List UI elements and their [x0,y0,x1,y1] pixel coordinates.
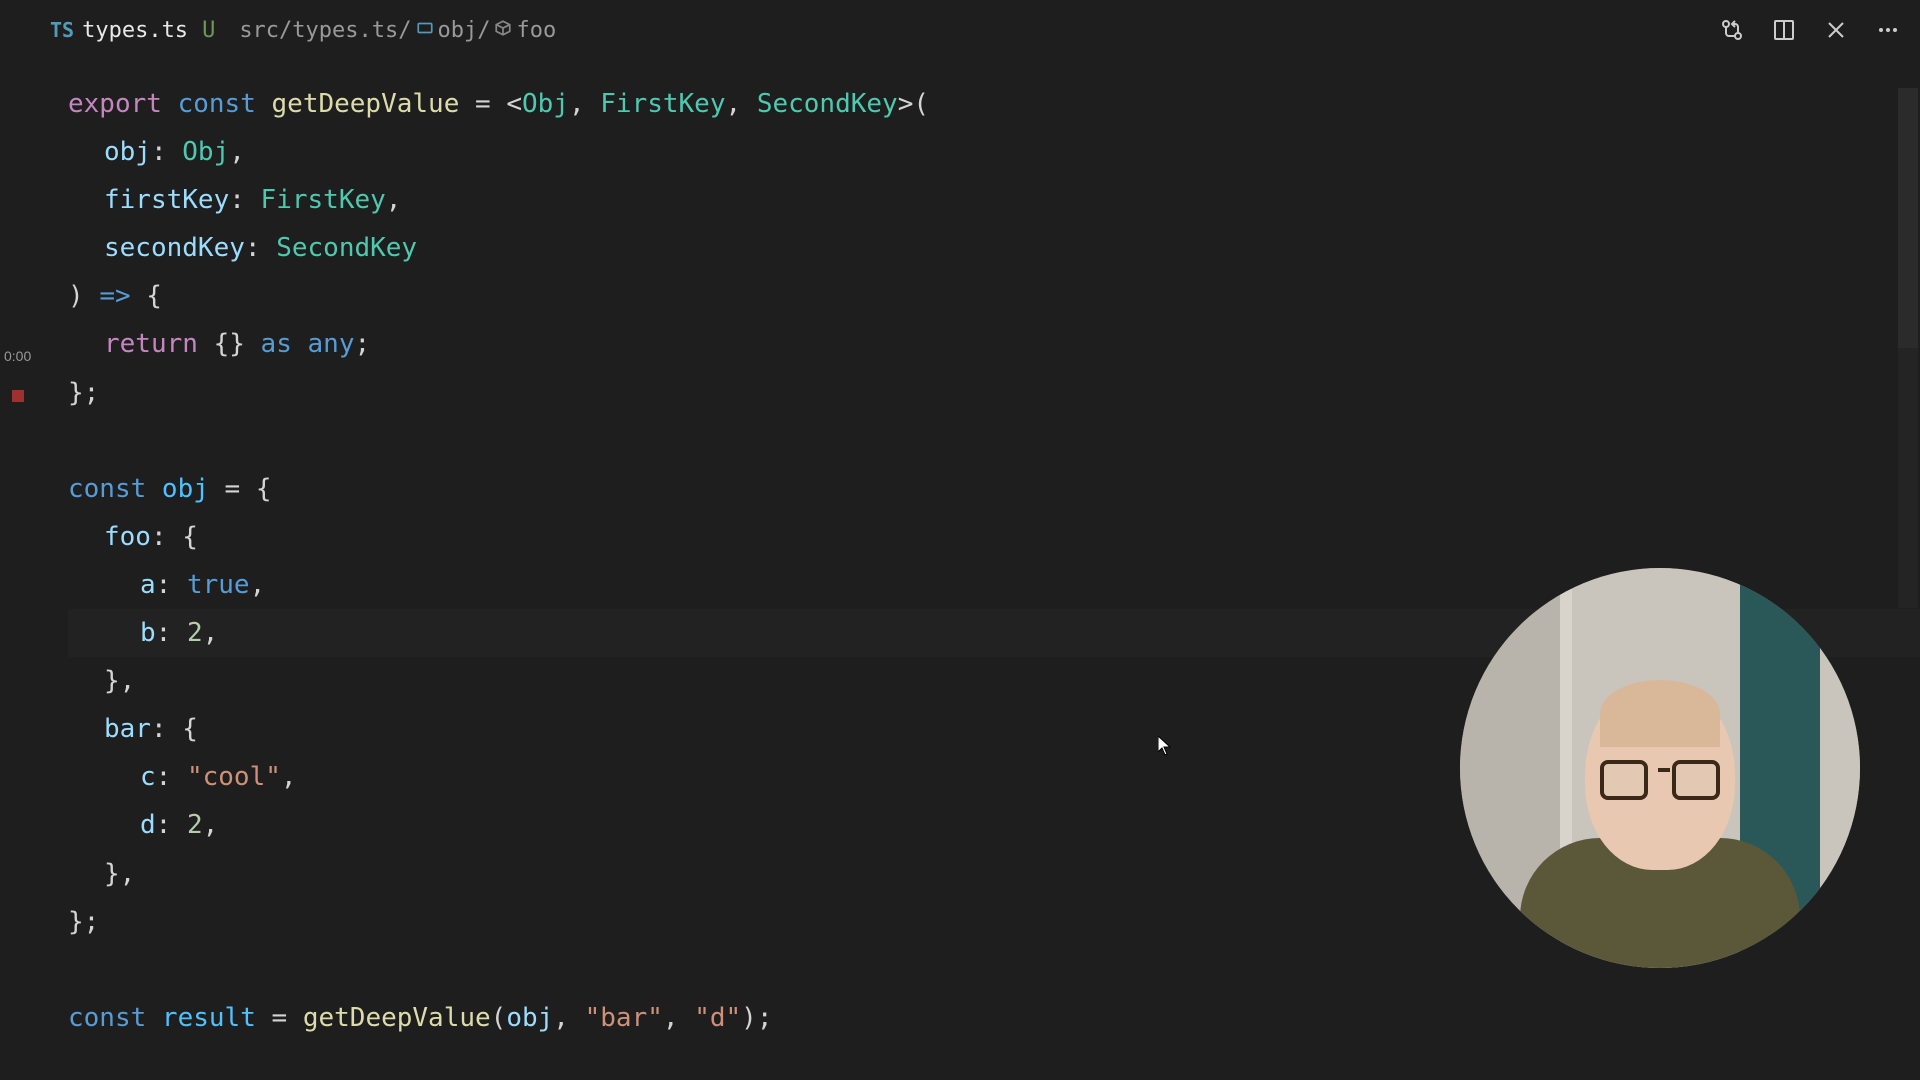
minimap-scrollbar[interactable] [1898,88,1918,348]
symbol-method-icon [494,19,512,42]
code-line[interactable]: secondKey: SecondKey [68,224,1920,272]
close-icon[interactable] [1824,18,1848,42]
code-line[interactable]: foo: { [68,513,1920,561]
code-line[interactable]: firstKey: FirstKey, [68,176,1920,224]
minimap-region[interactable] [1898,348,1918,608]
editor-actions [1720,18,1900,42]
breadcrumb[interactable]: src/types.ts/ obj/ foo [239,18,556,43]
symbol-variable-icon [416,19,434,42]
code-line[interactable]: export const getDeepValue = <Obj, FirstK… [68,80,1920,128]
breadcrumb-path[interactable]: src/types.ts/ [239,18,411,43]
mouse-cursor-icon [1158,736,1172,759]
tab-git-status: U [202,18,215,43]
tab-group: TS types.ts U src/types.ts/ obj/ foo [50,18,556,43]
code-line[interactable]: const obj = { [68,465,1920,513]
compare-changes-icon[interactable] [1720,18,1744,42]
video-timestamp: 0:00 [4,348,31,364]
code-line[interactable]: ) => { [68,272,1920,320]
code-line[interactable] [68,417,1920,465]
breadcrumb-symbol-1[interactable]: obj/ [438,18,491,43]
breadcrumb-symbol-2[interactable]: foo [516,18,556,43]
code-line[interactable]: return {} as any; [68,320,1920,368]
more-actions-icon[interactable] [1876,18,1900,42]
webcam-person [1460,568,1860,968]
webcam-overlay [1460,568,1860,968]
editor-tab-bar: TS types.ts U src/types.ts/ obj/ foo [0,0,1920,60]
code-line[interactable]: }; [68,369,1920,417]
split-editor-icon[interactable] [1772,18,1796,42]
code-line[interactable]: const result = getDeepValue(obj, "bar", … [68,994,1920,1042]
code-line[interactable]: obj: Obj, [68,128,1920,176]
recording-indicator-icon [12,390,24,402]
tab-filename[interactable]: types.ts [82,18,188,43]
typescript-icon: TS [50,18,74,42]
